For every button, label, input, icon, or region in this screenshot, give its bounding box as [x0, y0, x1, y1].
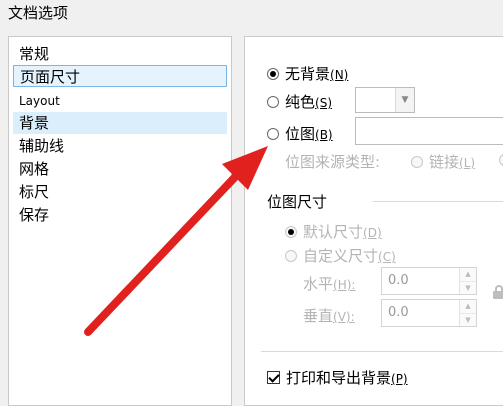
red-arrow-annotation — [84, 146, 268, 336]
arrow-shaft — [84, 172, 240, 336]
